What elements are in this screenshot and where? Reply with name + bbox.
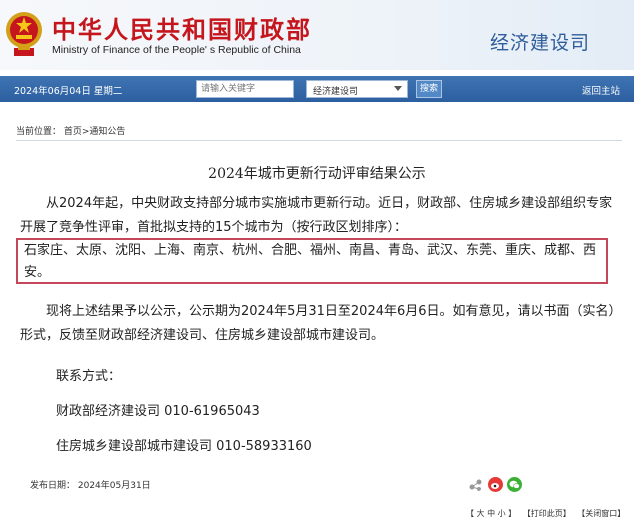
wechat-share-icon[interactable] [507, 477, 522, 492]
divider [16, 140, 622, 141]
close-window-link[interactable]: 【关闭窗口】 [577, 509, 625, 518]
home-link[interactable]: 返回主站 [582, 83, 620, 97]
contact-mof: 财政部经济建设司 010-61965043 [56, 404, 260, 419]
article-paragraph-1: 从2024年起，中央财政支持部分城市实施城市更新行动。近日，财政部、住房城乡建设… [20, 196, 613, 235]
national-emblem-icon [6, 12, 42, 56]
article-title: 2024年城市更新行动评审结果公示 [208, 166, 426, 182]
publish-date: 发布日期： 2024年05月31日 [30, 481, 151, 491]
contact-mohurd: 住房城乡建设部城市建设司 010-58933160 [56, 439, 312, 454]
footer-links: 【 大 中 小 】 【打印此页】 【关闭窗口】 [466, 508, 629, 519]
font-size-control[interactable]: 【 大 中 小 】 [466, 509, 516, 518]
department-name: 经济建设司 [490, 32, 591, 54]
share-icon[interactable] [468, 477, 483, 492]
current-date: 2024年06月04日 星期二 [14, 86, 123, 97]
site-header: 中华人民共和国财政部 Ministry of Finance of the Pe… [0, 0, 634, 70]
search-button[interactable]: 搜索 [416, 80, 442, 98]
print-link[interactable]: 【打印此页】 [523, 509, 571, 518]
search-input[interactable] [196, 80, 294, 98]
nav-toolbar: 2024年06月04日 星期二 经济建设司 搜索 返回主站 [0, 76, 634, 102]
department-select[interactable]: 经济建设司 [306, 80, 408, 98]
article-paragraph-2: 现将上述结果予以公示，公示期为2024年5月31日至2024年6月6日。如有意见… [20, 304, 616, 343]
weibo-share-icon[interactable] [488, 477, 503, 492]
city-list: 石家庄、太原、沈阳、上海、南京、杭州、合肥、福州、南昌、青岛、武汉、东莞、重庆、… [24, 243, 597, 280]
breadcrumb[interactable]: 当前位置： 首页>通知公告 [16, 124, 125, 137]
department-select-value: 经济建设司 [313, 87, 359, 97]
ministry-name-cn: 中华人民共和国财政部 [52, 15, 312, 44]
chevron-down-icon [394, 86, 402, 91]
ministry-name-en: Ministry of Finance of the People' s Rep… [52, 44, 301, 56]
contact-heading: 联系方式： [56, 369, 122, 384]
